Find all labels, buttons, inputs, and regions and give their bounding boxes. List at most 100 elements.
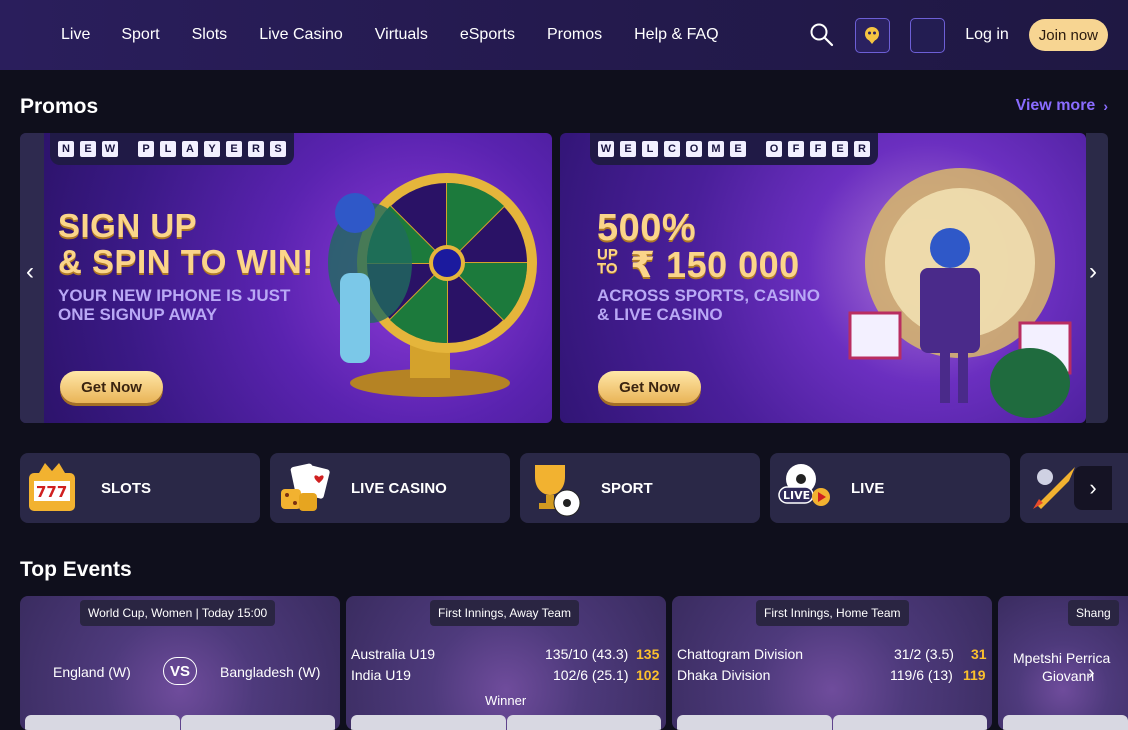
category-live[interactable]: LIVE LIVE <box>770 453 1010 523</box>
join-now-button[interactable]: Join now <box>1028 19 1108 51</box>
tag-letter: E <box>620 141 636 157</box>
tag-letter: A <box>182 141 198 157</box>
upto-label: UP TO <box>597 246 618 277</box>
nav-help-faq[interactable]: Help & FAQ <box>634 26 718 44</box>
language-button[interactable] <box>910 17 946 53</box>
vault-peacock-icon <box>848 168 1072 418</box>
event-runs-away: 102 <box>636 667 660 683</box>
event-card[interactable]: Shang Mpetshi Perrica Giovann <box>998 596 1128 730</box>
promo-banner-signup[interactable]: NEWPLAYERS SIGN UP & SPIN TO WIN! YOUR N… <box>20 133 552 423</box>
odds-button[interactable] <box>1003 715 1128 730</box>
nav-live[interactable]: Live <box>61 26 90 44</box>
bonus-amount: ₹ 150 000 <box>630 244 800 285</box>
promo-banner-welcome[interactable]: WELCOMEOFFER 500% UP TO ₹ 150 000 ACROSS… <box>560 133 1086 423</box>
tag-letter: E <box>80 141 96 157</box>
odds-button[interactable] <box>833 715 987 730</box>
chevron-right-icon: › <box>1089 475 1097 500</box>
event-card[interactable]: First Innings, Home Team Chattogram Divi… <box>672 596 992 730</box>
tag-letter: Y <box>204 141 220 157</box>
odds-button[interactable] <box>351 715 506 730</box>
tag-letter: M <box>708 141 724 157</box>
get-now-button[interactable]: Get Now <box>60 371 163 403</box>
banner-title-line2: & SPIN TO WIN! <box>58 243 314 280</box>
live-ball-icon: LIVE <box>775 459 833 517</box>
odds-button[interactable] <box>25 715 180 730</box>
tag-letter: N <box>58 141 74 157</box>
view-more-label: View more <box>1015 97 1096 114</box>
tag-letter: R <box>248 141 264 157</box>
tag-letter: W <box>598 141 614 157</box>
top-events-title: Top Events <box>20 558 132 581</box>
banner-subtitle-line2: & LIVE CASINO <box>597 305 723 324</box>
tag-letter: C <box>664 141 680 157</box>
main-nav: Live Sport Slots Live Casino Virtuals eS… <box>61 0 751 70</box>
category-live-casino[interactable]: LIVE CASINO <box>270 453 510 523</box>
event-score-away: 102/6 (25.1) <box>553 667 629 683</box>
top-header: Live Sport Slots Live Casino Virtuals eS… <box>0 0 1128 70</box>
tag-letter: E <box>730 141 746 157</box>
view-more-link[interactable]: View more › <box>1016 97 1108 115</box>
event-tag: World Cup, Women | Today 15:00 <box>80 600 276 626</box>
nav-live-casino[interactable]: Live Casino <box>259 26 343 44</box>
login-link[interactable]: Log in <box>965 26 1009 44</box>
category-label: LIVE CASINO <box>351 479 447 497</box>
banner-title-line1: SIGN UP <box>58 207 198 244</box>
category-label: SLOTS <box>101 479 152 497</box>
event-team-home: Chattogram Division <box>677 646 804 662</box>
mascot-icon <box>865 26 880 44</box>
chevron-right-icon[interactable]: › <box>1088 662 1095 685</box>
event-team-away: India U19 <box>351 667 411 683</box>
odds-button[interactable] <box>181 715 335 730</box>
vs-badge: VS <box>163 657 197 685</box>
promos-title: Promos <box>20 95 99 118</box>
market-label: Winner <box>485 693 527 708</box>
get-now-button[interactable]: Get Now <box>598 371 701 403</box>
nav-virtuals[interactable]: Virtuals <box>375 26 428 44</box>
banner-tag: NEWPLAYERS <box>50 133 294 165</box>
category-label: SPORT <box>601 479 653 497</box>
tag-letter: L <box>642 141 658 157</box>
prize-wheel-icon <box>328 173 537 397</box>
odds-button[interactable] <box>677 715 832 730</box>
event-score-home: 31/2 (3.5) <box>894 646 954 662</box>
banner-title-line1: 500% <box>597 207 697 249</box>
chevron-right-icon[interactable]: › <box>1089 258 1097 286</box>
svg-text:777: 777 <box>36 483 67 501</box>
event-runs-home: 135 <box>636 646 660 662</box>
tag-letter: O <box>766 141 782 157</box>
nav-slots[interactable]: Slots <box>192 26 228 44</box>
event-tag: Shang <box>1068 600 1119 626</box>
nav-esports[interactable]: eSports <box>460 26 515 44</box>
tag-letter: W <box>102 141 118 157</box>
event-team-away: Bangladesh (W) <box>220 664 321 680</box>
chevron-left-icon[interactable]: ‹ <box>26 258 34 286</box>
chevron-right-icon: › <box>1103 98 1108 114</box>
event-team-home: Mpetshi Perrica <box>1013 650 1111 666</box>
nav-promos[interactable]: Promos <box>547 26 602 44</box>
banner-subtitle-line1: YOUR NEW IPHONE IS JUST <box>58 286 291 305</box>
trophy-ball-icon <box>525 459 583 517</box>
categories-next-button[interactable]: › <box>1074 466 1112 510</box>
tag-letter: L <box>160 141 176 157</box>
tag-letter: O <box>686 141 702 157</box>
event-score-home: 135/10 (43.3) <box>545 646 629 662</box>
banner-subtitle-line1: ACROSS SPORTS, CASINO <box>597 286 820 305</box>
support-button[interactable] <box>855 17 891 53</box>
category-label: LIVE <box>851 479 885 497</box>
nav-sport[interactable]: Sport <box>121 26 159 44</box>
search-icon[interactable] <box>809 22 835 48</box>
event-team-away: Dhaka Division <box>677 667 771 683</box>
category-slots[interactable]: 777 SLOTS <box>20 453 260 523</box>
dice-cards-icon <box>275 459 333 517</box>
event-tag: First Innings, Home Team <box>756 600 909 626</box>
event-team-home: England (W) <box>53 664 131 680</box>
tag-letter: S <box>270 141 286 157</box>
event-score-away: 119/6 (13) <box>890 667 953 683</box>
svg-text:LIVE: LIVE <box>783 489 810 502</box>
event-tag: First Innings, Away Team <box>430 600 579 626</box>
category-sport[interactable]: SPORT <box>520 453 760 523</box>
event-card[interactable]: First Innings, Away Team Australia U19 I… <box>346 596 666 730</box>
odds-button[interactable] <box>507 715 661 730</box>
tag-letter: P <box>138 141 154 157</box>
slots-777-icon: 777 <box>25 459 83 517</box>
